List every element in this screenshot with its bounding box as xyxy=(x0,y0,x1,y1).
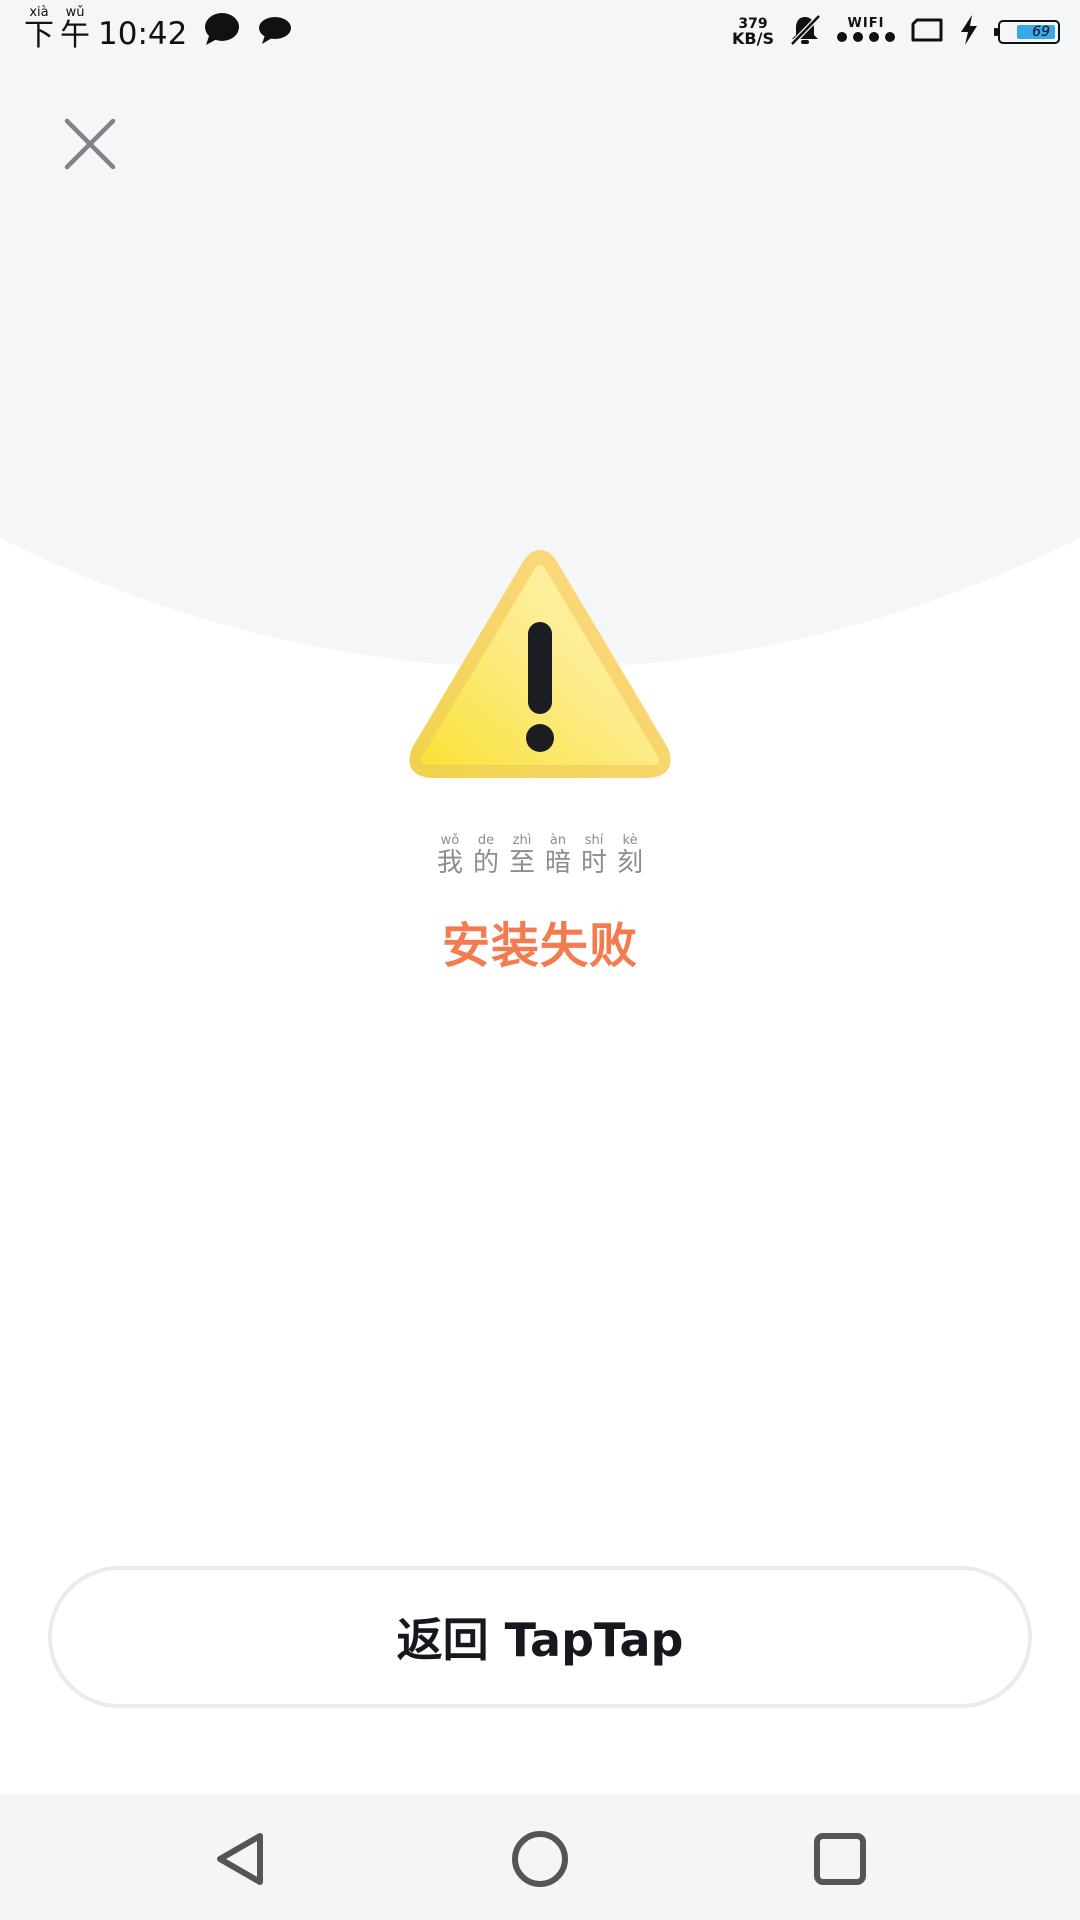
subtitle-char-1: wǒ 我 xyxy=(437,834,463,876)
subtitle-pinyin-3: zhì xyxy=(512,833,532,848)
subtitle-hanzi-4: 暗 xyxy=(545,848,572,878)
status-right-group: 379 KB/S WIFI 69 xyxy=(732,10,1060,54)
charging-bolt-icon xyxy=(958,14,980,50)
subtitle-char-3: zhì 至 xyxy=(509,834,535,876)
subtitle-hanzi-3: 至 xyxy=(508,848,535,878)
wifi-indicator: WIFI xyxy=(836,17,896,47)
subtitle-char-6: kè 刻 xyxy=(617,834,643,876)
subtitle-pinyin-4: àn xyxy=(549,833,567,848)
status-bar: xià 下 wǔ 午 10:42 379 KB/S WIFI 69 xyxy=(0,0,1080,62)
subtitle-hanzi-1: 我 xyxy=(436,848,463,878)
home-circle-icon xyxy=(512,1831,568,1887)
warning-triangle-icon xyxy=(404,544,676,784)
subtitle-char-5: shí 时 xyxy=(581,834,607,876)
time-prefix-hanzi-1: 下 xyxy=(24,18,54,53)
wifi-label: WIFI xyxy=(847,16,885,31)
battery-level: 69 xyxy=(1032,24,1050,40)
status-time: 10:42 xyxy=(98,16,188,52)
close-button[interactable] xyxy=(60,114,120,174)
nav-recents-button[interactable] xyxy=(805,1824,875,1894)
status-time-group: xià 下 wǔ 午 10:42 xyxy=(24,6,293,51)
subtitle-pinyin-5: shí xyxy=(584,833,604,848)
battery-icon: 69 xyxy=(994,20,1060,44)
back-triangle-icon xyxy=(217,1833,263,1885)
time-prefix-char-1: xià 下 xyxy=(24,6,54,51)
net-speed-unit: KB/S xyxy=(732,29,774,48)
chat-bubble-icon xyxy=(203,12,241,50)
subtitle-pinyin-2: de xyxy=(477,833,495,848)
subtitle-pinyin-6: kè xyxy=(622,833,638,848)
subtitle-char-4: àn 暗 xyxy=(545,834,571,876)
status-subtitle: wǒ 我 de 的 zhì 至 àn 暗 shí 时 kè 刻 xyxy=(0,834,1080,876)
close-icon xyxy=(64,118,116,170)
subtitle-pinyin-1: wǒ xyxy=(440,833,460,848)
nav-back-button[interactable] xyxy=(206,1824,276,1894)
time-prefix-char-2: wǔ 午 xyxy=(60,6,90,51)
net-speed: 379 KB/S xyxy=(732,17,774,47)
status-title: 安装失败 xyxy=(441,918,638,974)
back-to-taptap-label: 返回 TapTap xyxy=(396,1613,684,1667)
navigation-bar xyxy=(0,1794,1080,1920)
install-result-screen: xià 下 wǔ 午 10:42 379 KB/S WIFI 69 wǒ 我 d… xyxy=(0,0,1080,1920)
muted-bell-icon xyxy=(788,13,822,51)
subtitle-hanzi-5: 时 xyxy=(581,848,608,878)
screen-rotate-icon xyxy=(910,16,944,48)
recents-square-icon xyxy=(814,1833,866,1885)
chat-bubble-icon xyxy=(257,16,293,50)
back-to-taptap-button[interactable]: 返回 TapTap xyxy=(48,1566,1032,1708)
subtitle-hanzi-2: 的 xyxy=(472,848,499,878)
signal-dots-icon xyxy=(836,30,896,47)
subtitle-hanzi-6: 刻 xyxy=(617,848,644,878)
nav-home-button[interactable] xyxy=(505,1824,575,1894)
subtitle-char-2: de 的 xyxy=(473,834,499,876)
time-prefix-hanzi-2: 午 xyxy=(60,18,90,53)
